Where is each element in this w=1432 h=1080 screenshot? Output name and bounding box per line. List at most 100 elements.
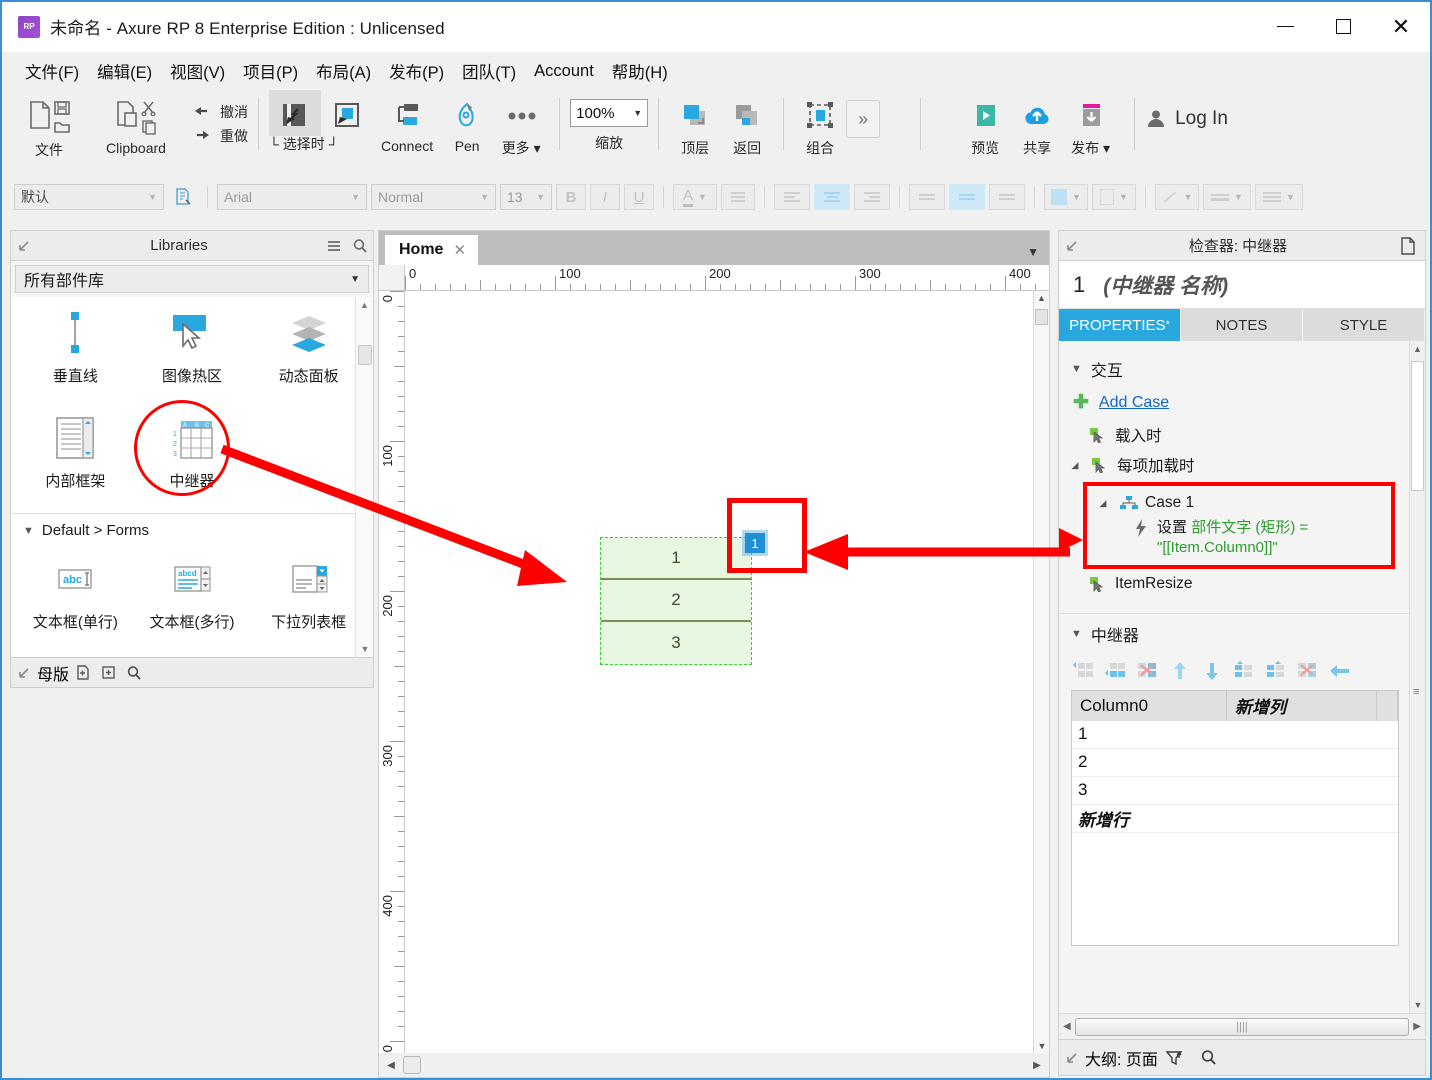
font-weight-dropdown[interactable]: Normal ▼	[371, 184, 496, 210]
font-family-dropdown[interactable]: Arial ▼	[217, 184, 367, 210]
add-master-icon[interactable]	[69, 664, 95, 681]
collapse-panel-icon[interactable]	[1059, 239, 1085, 253]
publish-button[interactable]: 发布 ▾	[1063, 90, 1118, 158]
outline-search-icon[interactable]	[1192, 1049, 1226, 1066]
column-header-empty[interactable]	[1377, 690, 1398, 721]
bring-to-front-button[interactable]: 顶层	[669, 90, 721, 158]
widget-text-area[interactable]: abcd 文本框(多行)	[134, 547, 251, 640]
insert-column-before-icon[interactable]	[1071, 660, 1097, 682]
align-right-button[interactable]	[854, 184, 890, 210]
align-center-button[interactable]	[814, 184, 850, 210]
redo-button[interactable]: 重做	[192, 124, 248, 148]
valign-bottom-button[interactable]	[989, 184, 1025, 210]
table-row[interactable]: 1	[1072, 720, 1398, 749]
insert-row-below-icon[interactable]	[1263, 660, 1289, 682]
triangle-expand-icon[interactable]: ◢	[1095, 498, 1111, 509]
underline-button[interactable]: U	[624, 184, 654, 210]
widget-inline-frame[interactable]: 内部框架	[17, 406, 134, 499]
italic-button[interactable]: I	[590, 184, 620, 210]
repeater-item-row[interactable]: 2	[601, 580, 751, 622]
inspector-horizontal-scrollbar[interactable]: ◀ |||| ▶	[1059, 1013, 1425, 1039]
font-color-button[interactable]: A ▼	[673, 184, 717, 210]
inspector-page-icon[interactable]	[1391, 236, 1425, 255]
widget-image-hotspot[interactable]: 图像热区	[134, 301, 251, 394]
action-row[interactable]: 设置 部件文字 (矩形) = "[[Item.Column0]]"	[1093, 516, 1385, 559]
add-case-button[interactable]: ✚ Add Case	[1059, 387, 1409, 420]
shadow-button[interactable]: ▼	[1092, 184, 1136, 210]
tab-properties[interactable]: PROPERTIES *	[1059, 309, 1181, 341]
tab-notes[interactable]: NOTES	[1181, 309, 1303, 341]
table-row[interactable]: 3	[1072, 776, 1398, 805]
libraries-scrollbar[interactable]: ▲ ▼	[355, 297, 373, 657]
select-contained-button[interactable]	[321, 90, 373, 136]
widget-dynamic-panel[interactable]: 动态面板	[250, 301, 367, 394]
scrollbar-thumb[interactable]	[1411, 361, 1424, 491]
widget-text-field[interactable]: abc 文本框(单行)	[17, 547, 134, 640]
share-button[interactable]: 共享	[1011, 90, 1063, 158]
column-header[interactable]: Column0	[1072, 690, 1227, 721]
delete-column-icon[interactable]	[1135, 660, 1161, 682]
menu-account[interactable]: Account	[525, 58, 603, 85]
style-edit-button[interactable]	[168, 184, 198, 210]
table-cell-empty[interactable]	[1227, 748, 1398, 776]
widget-repeater[interactable]: A B C 1 2 3 中继器	[134, 406, 251, 499]
undo-arrow-icon[interactable]	[1327, 660, 1353, 682]
case-row[interactable]: ◢ Case 1	[1093, 490, 1385, 516]
outline-collapse-icon[interactable]	[1059, 1051, 1085, 1065]
libraries-search-icon[interactable]	[347, 238, 373, 254]
list-format-button[interactable]	[721, 184, 755, 210]
close-button[interactable]: ✕	[1372, 2, 1430, 52]
scrollbar-thumb[interactable]	[358, 345, 372, 365]
tab-home[interactable]: Home ✕	[385, 235, 479, 265]
more-tools-button[interactable]: 更多 ▾	[493, 90, 549, 158]
menu-project[interactable]: 项目(P)	[234, 55, 307, 87]
scroll-right-icon[interactable]: ▶	[1029, 1060, 1045, 1071]
column-header[interactable]: 新增列	[1227, 690, 1377, 721]
widget-droplist[interactable]: 下拉列表框	[250, 547, 367, 640]
line-width-button[interactable]: ▼	[1203, 184, 1251, 210]
insert-column-after-icon[interactable]	[1103, 660, 1129, 682]
inspector-vertical-scrollbar[interactable]: ▲ ≡ ▼	[1409, 341, 1425, 1013]
menu-view[interactable]: 视图(V)	[161, 55, 234, 87]
menu-publish[interactable]: 发布(P)	[380, 55, 453, 87]
zoom-combobox[interactable]: 100% ▼	[570, 99, 649, 127]
move-row-up-icon[interactable]	[1167, 660, 1193, 682]
menu-team[interactable]: 团队(T)	[453, 55, 525, 87]
login-button[interactable]: Log In	[1145, 90, 1228, 130]
repeater-item-row[interactable]: 3	[601, 622, 751, 664]
menu-help[interactable]: 帮助(H)	[603, 55, 677, 87]
new-row-label[interactable]: 新增行	[1072, 805, 1227, 832]
scroll-up-icon[interactable]: ▲	[1410, 341, 1425, 357]
fill-color-button[interactable]: ▼	[1044, 184, 1088, 210]
table-row[interactable]: 2	[1072, 748, 1398, 777]
scroll-down-icon[interactable]: ▼	[1410, 997, 1425, 1013]
valign-middle-button[interactable]	[949, 184, 985, 210]
event-on-load[interactable]: 载入时	[1059, 420, 1409, 450]
ribbon-overflow-button[interactable]: »	[846, 100, 881, 138]
menu-edit[interactable]: 编辑(E)	[88, 55, 161, 87]
artboard[interactable]: 1 2 3 1	[405, 291, 1033, 1053]
triangle-expand-icon[interactable]: ◢	[1067, 460, 1083, 471]
table-cell-empty[interactable]	[1227, 804, 1398, 832]
tab-overflow-chevron-down-icon[interactable]: ▼	[1027, 245, 1039, 259]
maximize-button[interactable]	[1314, 2, 1372, 52]
canvas-vertical-scrollbar[interactable]: ▲ ▼	[1033, 291, 1049, 1053]
menu-file[interactable]: 文件(F)	[16, 55, 88, 87]
repeater-group-header[interactable]: ▼ 中继器	[1059, 614, 1409, 652]
widget-vertical-line[interactable]: 垂直线	[17, 301, 134, 394]
line-color-button[interactable]: ▼	[1155, 184, 1199, 210]
section-header-forms[interactable]: ▼ Default > Forms	[11, 514, 373, 541]
outline-filter-icon[interactable]	[1158, 1049, 1192, 1067]
delete-row-icon[interactable]	[1295, 660, 1321, 682]
undo-button[interactable]: 撤消	[192, 100, 248, 124]
libraries-menu-icon[interactable]	[321, 239, 347, 253]
send-to-back-button[interactable]: 返回	[721, 90, 773, 158]
scrollbar-thumb[interactable]	[403, 1056, 421, 1074]
masters-search-icon[interactable]	[121, 665, 147, 681]
connect-button[interactable]: Connect	[373, 90, 441, 154]
align-left-button[interactable]	[774, 184, 810, 210]
style-dropdown[interactable]: 默认 ▼	[14, 184, 164, 210]
scrollbar-thumb[interactable]: ||||	[1074, 1017, 1410, 1036]
table-row-new[interactable]: 新增行	[1072, 804, 1398, 833]
scroll-down-icon[interactable]: ▼	[1034, 1039, 1050, 1053]
